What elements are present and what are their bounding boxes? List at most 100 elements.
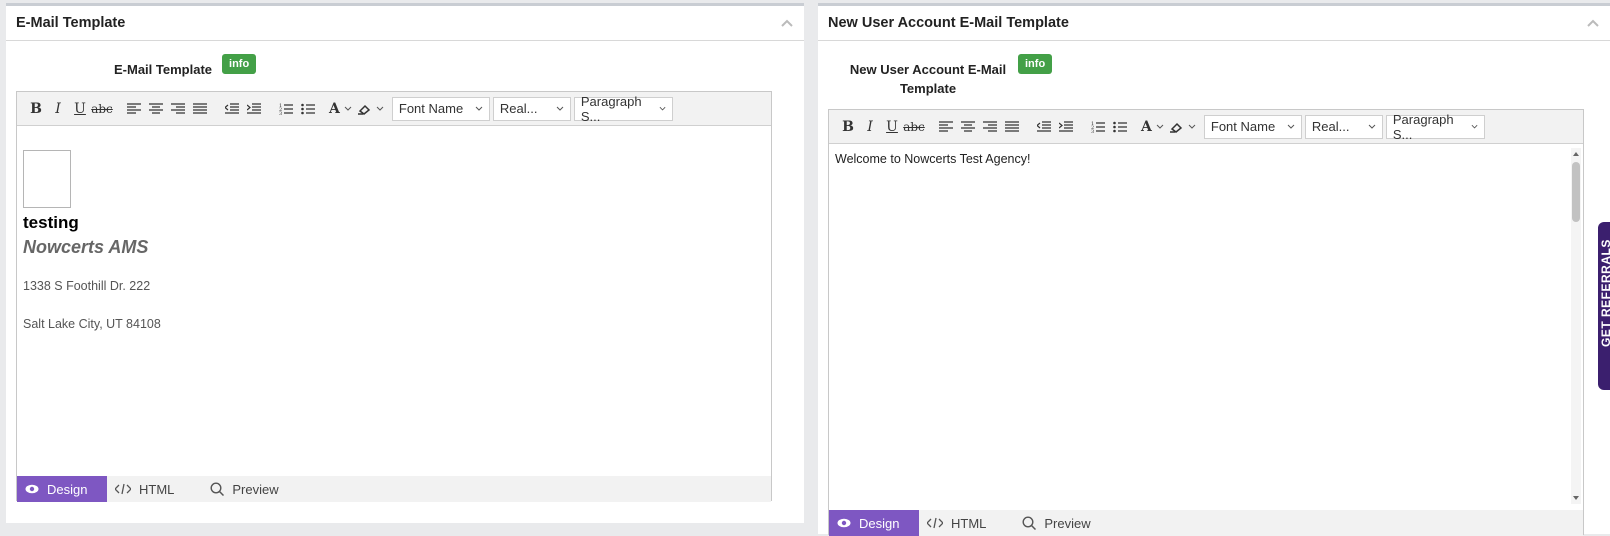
new-user-email-template-panel: New User Account E-Mail Template New Use… [818,3,1610,536]
preview-label: Preview [232,481,279,497]
editor-content[interactable]: testing Nowcerts AMS 1338 S Foothill Dr.… [17,126,771,476]
paragraph-style-dropdown[interactable]: Paragraph S... [1385,111,1485,142]
html-mode-button[interactable]: HTML [919,510,996,536]
editor-toolbar: B I U abc 123 A Font Name Real... Paragr… [17,92,771,126]
align-center-icon[interactable] [145,98,167,120]
design-label: Design [859,515,900,531]
email-template-panel: E-Mail Template E-Mail Template info B I… [6,3,804,523]
eye-icon [837,518,851,528]
chevron-down-icon [1368,124,1376,129]
chevron-down-icon [1287,124,1295,129]
address-line-2: Salt Lake City, UT 84108 [23,317,161,331]
font-size-dropdown[interactable]: Real... [492,96,571,121]
indent-icon[interactable] [243,98,265,120]
align-right-icon[interactable] [979,116,1001,138]
font-size-value: Real... [1311,119,1350,134]
paragraph-style-dropdown[interactable]: Paragraph S... [573,93,673,124]
chevron-down-icon [556,106,564,111]
chevron-up-icon[interactable] [780,18,794,28]
field-label: New User Account E-Mail Template [848,60,1008,98]
align-center-icon[interactable] [957,116,979,138]
font-color-button[interactable]: A [329,98,352,120]
referrals-side-tab[interactable]: GET REFERRALS [1598,222,1610,390]
font-color-button[interactable]: A [1141,116,1164,138]
font-size-value: Real... [499,101,538,116]
chevron-down-icon [475,106,483,111]
bold-button[interactable]: B [837,116,859,138]
font-name-value: Font Name [1210,119,1276,134]
font-name-dropdown[interactable]: Font Name [1203,114,1302,139]
highlight-color-button[interactable] [357,98,384,120]
strikethrough-button[interactable]: abc [91,98,113,120]
bullet-list-icon[interactable] [1109,116,1131,138]
panel-header: E-Mail Template [6,6,804,41]
field-row: New User Account E-Mail Template info [848,54,1053,98]
chevron-up-icon[interactable] [1586,18,1600,28]
field-row: E-Mail Template info [114,54,257,79]
code-icon [927,517,943,529]
underline-button[interactable]: U [881,116,903,138]
editor-mode-bar: Design HTML Preview [829,510,1583,536]
editor-toolbar: B I U abc 123 A Font Name Real... Paragr… [829,110,1583,144]
numbered-list-icon[interactable]: 123 [275,98,297,120]
justify-icon[interactable] [189,98,211,120]
content-heading: testing [23,213,79,232]
font-name-value: Font Name [398,101,464,116]
preview-mode-button[interactable]: Preview [1014,510,1100,536]
align-left-icon[interactable] [935,116,957,138]
outdent-icon[interactable] [1033,116,1055,138]
field-label-line-1: New User Account E-Mail [849,62,1007,77]
panel-title: E-Mail Template [16,15,126,31]
field-label: E-Mail Template [114,62,213,77]
eye-icon [25,484,39,494]
address-line-1: 1338 S Foothill Dr. 222 [23,279,151,293]
outdent-icon[interactable] [221,98,243,120]
preview-mode-button[interactable]: Preview [202,476,288,502]
code-icon [115,483,131,495]
bullet-list-icon[interactable] [297,98,319,120]
scroll-up-icon[interactable] [1571,150,1581,158]
magnifier-icon [1022,516,1037,530]
svg-text:3: 3 [279,111,282,115]
info-badge[interactable]: info [1018,54,1053,74]
underline-button[interactable]: U [69,98,91,120]
editor-scrollbar[interactable] [1571,148,1581,504]
welcome-text: Welcome to Nowcerts Test Agency! [835,152,1031,166]
html-mode-button[interactable]: HTML [107,476,184,502]
scrollbar-thumb[interactable] [1572,162,1580,222]
justify-icon[interactable] [1001,116,1023,138]
italic-button[interactable]: I [859,116,881,138]
design-label: Design [47,481,88,497]
rich-text-editor: B I U abc 123 A Font Name Real... Paragr… [16,91,772,502]
numbered-list-icon[interactable]: 123 [1087,116,1109,138]
font-name-dropdown[interactable]: Font Name [391,96,490,121]
magnifier-icon [210,482,225,496]
svg-text:3: 3 [1091,129,1094,133]
align-left-icon[interactable] [123,98,145,120]
scroll-down-icon[interactable] [1571,494,1581,502]
panel-title: New User Account E-Mail Template [828,15,1069,31]
panel-header: New User Account E-Mail Template [818,6,1610,41]
align-right-icon[interactable] [167,98,189,120]
chevron-down-icon [659,106,666,111]
bold-button[interactable]: B [25,98,47,120]
highlight-color-button[interactable] [1169,116,1196,138]
broken-image-placeholder [23,150,71,208]
strikethrough-button[interactable]: abc [903,116,925,138]
chevron-down-icon [1471,124,1478,129]
paragraph-style-value: Paragraph S... [580,93,642,124]
html-label: HTML [951,515,987,531]
italic-button[interactable]: I [47,98,69,120]
font-size-dropdown[interactable]: Real... [1304,114,1383,139]
preview-label: Preview [1044,515,1091,531]
indent-icon[interactable] [1055,116,1077,138]
field-label-line-2: Template [899,81,957,96]
info-badge[interactable]: info [222,54,257,74]
paragraph-style-value: Paragraph S... [1392,111,1454,142]
editor-content[interactable]: Welcome to Nowcerts Test Agency! [829,144,1583,510]
design-mode-button[interactable]: Design [829,510,919,536]
side-tab-label: GET REFERRALS [1599,239,1610,347]
company-name: Nowcerts AMS [23,237,149,257]
design-mode-button[interactable]: Design [17,476,107,502]
html-label: HTML [139,481,175,497]
